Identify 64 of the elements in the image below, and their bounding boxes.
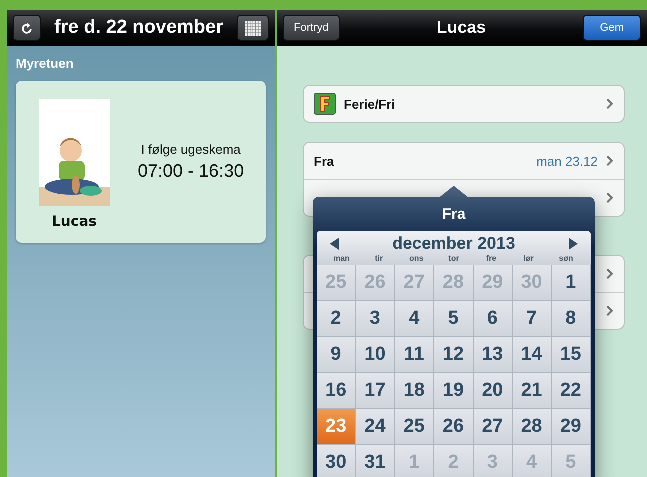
calendar-day[interactable]: 12 [434,337,474,373]
calendar-day[interactable]: 3 [356,301,396,337]
chevron-icon [606,155,614,167]
letter-tile-icon [314,93,336,115]
weekday-label: ons [408,254,425,263]
calendar-day[interactable]: 5 [434,301,474,337]
calendar-day[interactable]: 4 [395,301,434,337]
calendar-day[interactable]: 14 [512,337,552,373]
calendar-day[interactable]: 9 [317,337,356,373]
calendar-day[interactable]: 26 [434,409,474,445]
calendar-day[interactable]: 18 [395,373,434,409]
calendar-day[interactable]: 27 [474,409,513,445]
weekday-label: tor [448,254,460,263]
calendar-day[interactable]: 10 [356,337,396,373]
chevron-icon [606,192,614,204]
calendar-day[interactable]: 22 [552,373,591,409]
type-row[interactable]: Ferie/Fri [303,85,625,123]
child-name: Lucas [52,214,97,230]
calendar-day[interactable]: 13 [474,337,513,373]
chevron-icon [606,305,614,317]
chevron-icon [606,268,614,280]
calendar-day[interactable]: 29 [552,409,591,445]
refresh-button[interactable] [13,15,41,41]
weekday-label: man [332,254,351,263]
child-title: Lucas [436,18,488,38]
calendar-day[interactable]: 7 [512,301,552,337]
date-title: fre d. 22 november [54,17,224,39]
weekday-label: fre [485,254,498,263]
calendar-day[interactable]: 16 [317,373,356,409]
type-label: Ferie/Fri [344,96,396,112]
next-month-button[interactable] [567,237,579,251]
previous-month-button[interactable] [329,237,341,251]
refresh-icon [21,22,33,34]
group-heading: Myretuen [16,56,75,71]
calendar-day[interactable]: 21 [512,373,552,409]
calendar-day[interactable]: 24 [356,409,396,445]
weekday-label: lør [522,254,535,263]
from-value: man 23.12 [536,154,598,168]
from-label: Fra [314,154,336,168]
calendar-day[interactable]: 11 [395,337,434,373]
weekday-label: tir [374,254,384,263]
calendar-day[interactable]: 25 [395,409,434,445]
cancel-button[interactable]: Fortryd [283,15,340,41]
calendar-day[interactable]: 2 [317,301,356,337]
calendar-day[interactable]: 1 [552,265,591,301]
calendar-button[interactable] [237,15,269,41]
chevron-icon [606,98,614,110]
calendar-day[interactable]: 8 [552,301,591,337]
calendar-day[interactable]: 31 [356,445,396,477]
calendar-icon [245,20,261,36]
calendar-day[interactable]: 19 [434,373,474,409]
schedule-label: I følge ugeskema [141,142,241,157]
save-button[interactable]: Gem [583,15,641,41]
popover-title: Fra [441,204,467,224]
calendar-day[interactable]: 6 [474,301,513,337]
calendar-day[interactable]: 15 [552,337,591,373]
calendar-day[interactable]: 28 [512,409,552,445]
month-title: december 2013 [392,234,516,254]
calendar-day[interactable]: 17 [356,373,396,409]
child-card[interactable]: Lucas I følge ugeskema 07:00 - 16:30 [16,81,266,243]
time-range: 07:00 - 16:30 [138,161,244,182]
calendar-day[interactable]: 20 [474,373,513,409]
calendar-day[interactable]: 30 [317,445,356,477]
weekday-label: søn [558,254,574,263]
